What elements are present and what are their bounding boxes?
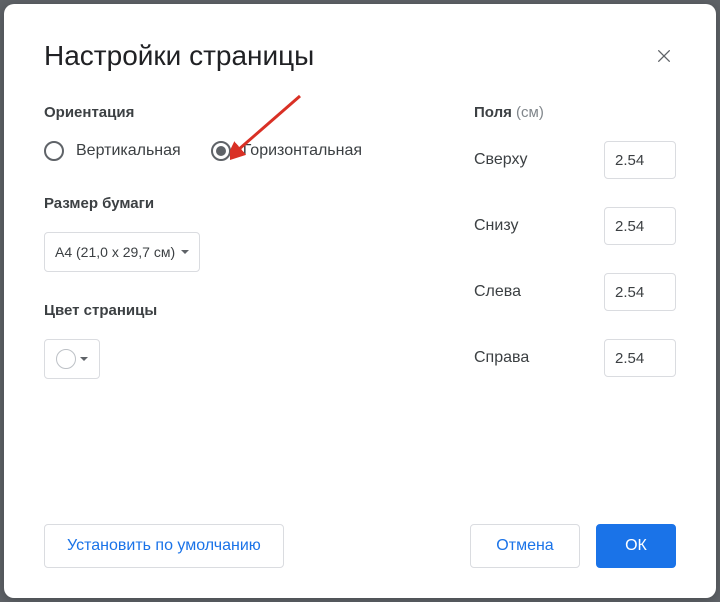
margin-bottom-input[interactable] [604,207,676,245]
orientation-landscape-radio[interactable]: Горизонтальная [211,141,362,161]
right-column: Поля (см) Сверху Снизу Слева Справа [474,104,676,405]
color-swatch-icon [56,349,76,369]
radio-icon [44,141,64,161]
orientation-portrait-radio[interactable]: Вертикальная [44,141,181,161]
orientation-radio-group: Вертикальная Горизонтальная [44,141,438,161]
page-color-section: Цвет страницы [44,302,438,379]
margin-right-row: Справа [474,339,676,377]
radio-label: Горизонтальная [243,142,362,160]
page-color-dropdown[interactable] [44,339,100,379]
radio-icon [211,141,231,161]
set-default-button[interactable]: Установить по умолчанию [44,524,284,568]
close-button[interactable] [652,44,676,68]
close-icon [656,48,672,64]
margin-bottom-row: Снизу [474,207,676,245]
paper-size-value: A4 (21,0 x 29,7 см) [55,244,175,260]
page-setup-dialog: Настройки страницы Ориентация Вертикальн… [4,4,716,598]
dialog-header: Настройки страницы [44,40,676,72]
margin-left-label: Слева [474,283,521,301]
ok-button[interactable]: ОК [596,524,676,568]
dialog-footer: Установить по умолчанию Отмена ОК [44,524,676,568]
margin-bottom-label: Снизу [474,217,518,235]
dialog-content: Ориентация Вертикальная Горизонтальная Р… [44,104,676,405]
margins-title: Поля (см) [474,104,676,121]
paper-size-dropdown[interactable]: A4 (21,0 x 29,7 см) [44,232,200,272]
left-column: Ориентация Вертикальная Горизонтальная Р… [44,104,438,405]
margins-unit: (см) [516,104,544,121]
margin-left-input[interactable] [604,273,676,311]
page-color-title: Цвет страницы [44,302,438,319]
margin-top-input[interactable] [604,141,676,179]
chevron-down-icon [181,250,189,254]
cancel-button[interactable]: Отмена [470,524,580,568]
radio-label: Вертикальная [76,142,181,160]
chevron-down-icon [80,357,88,361]
orientation-title: Ориентация [44,104,438,121]
margins-label: Поля [474,104,512,121]
margin-right-input[interactable] [604,339,676,377]
margin-top-label: Сверху [474,151,528,169]
dialog-title: Настройки страницы [44,40,314,72]
paper-size-section: Размер бумаги A4 (21,0 x 29,7 см) [44,195,438,272]
paper-size-title: Размер бумаги [44,195,438,212]
margin-top-row: Сверху [474,141,676,179]
margin-right-label: Справа [474,349,529,367]
margin-left-row: Слева [474,273,676,311]
